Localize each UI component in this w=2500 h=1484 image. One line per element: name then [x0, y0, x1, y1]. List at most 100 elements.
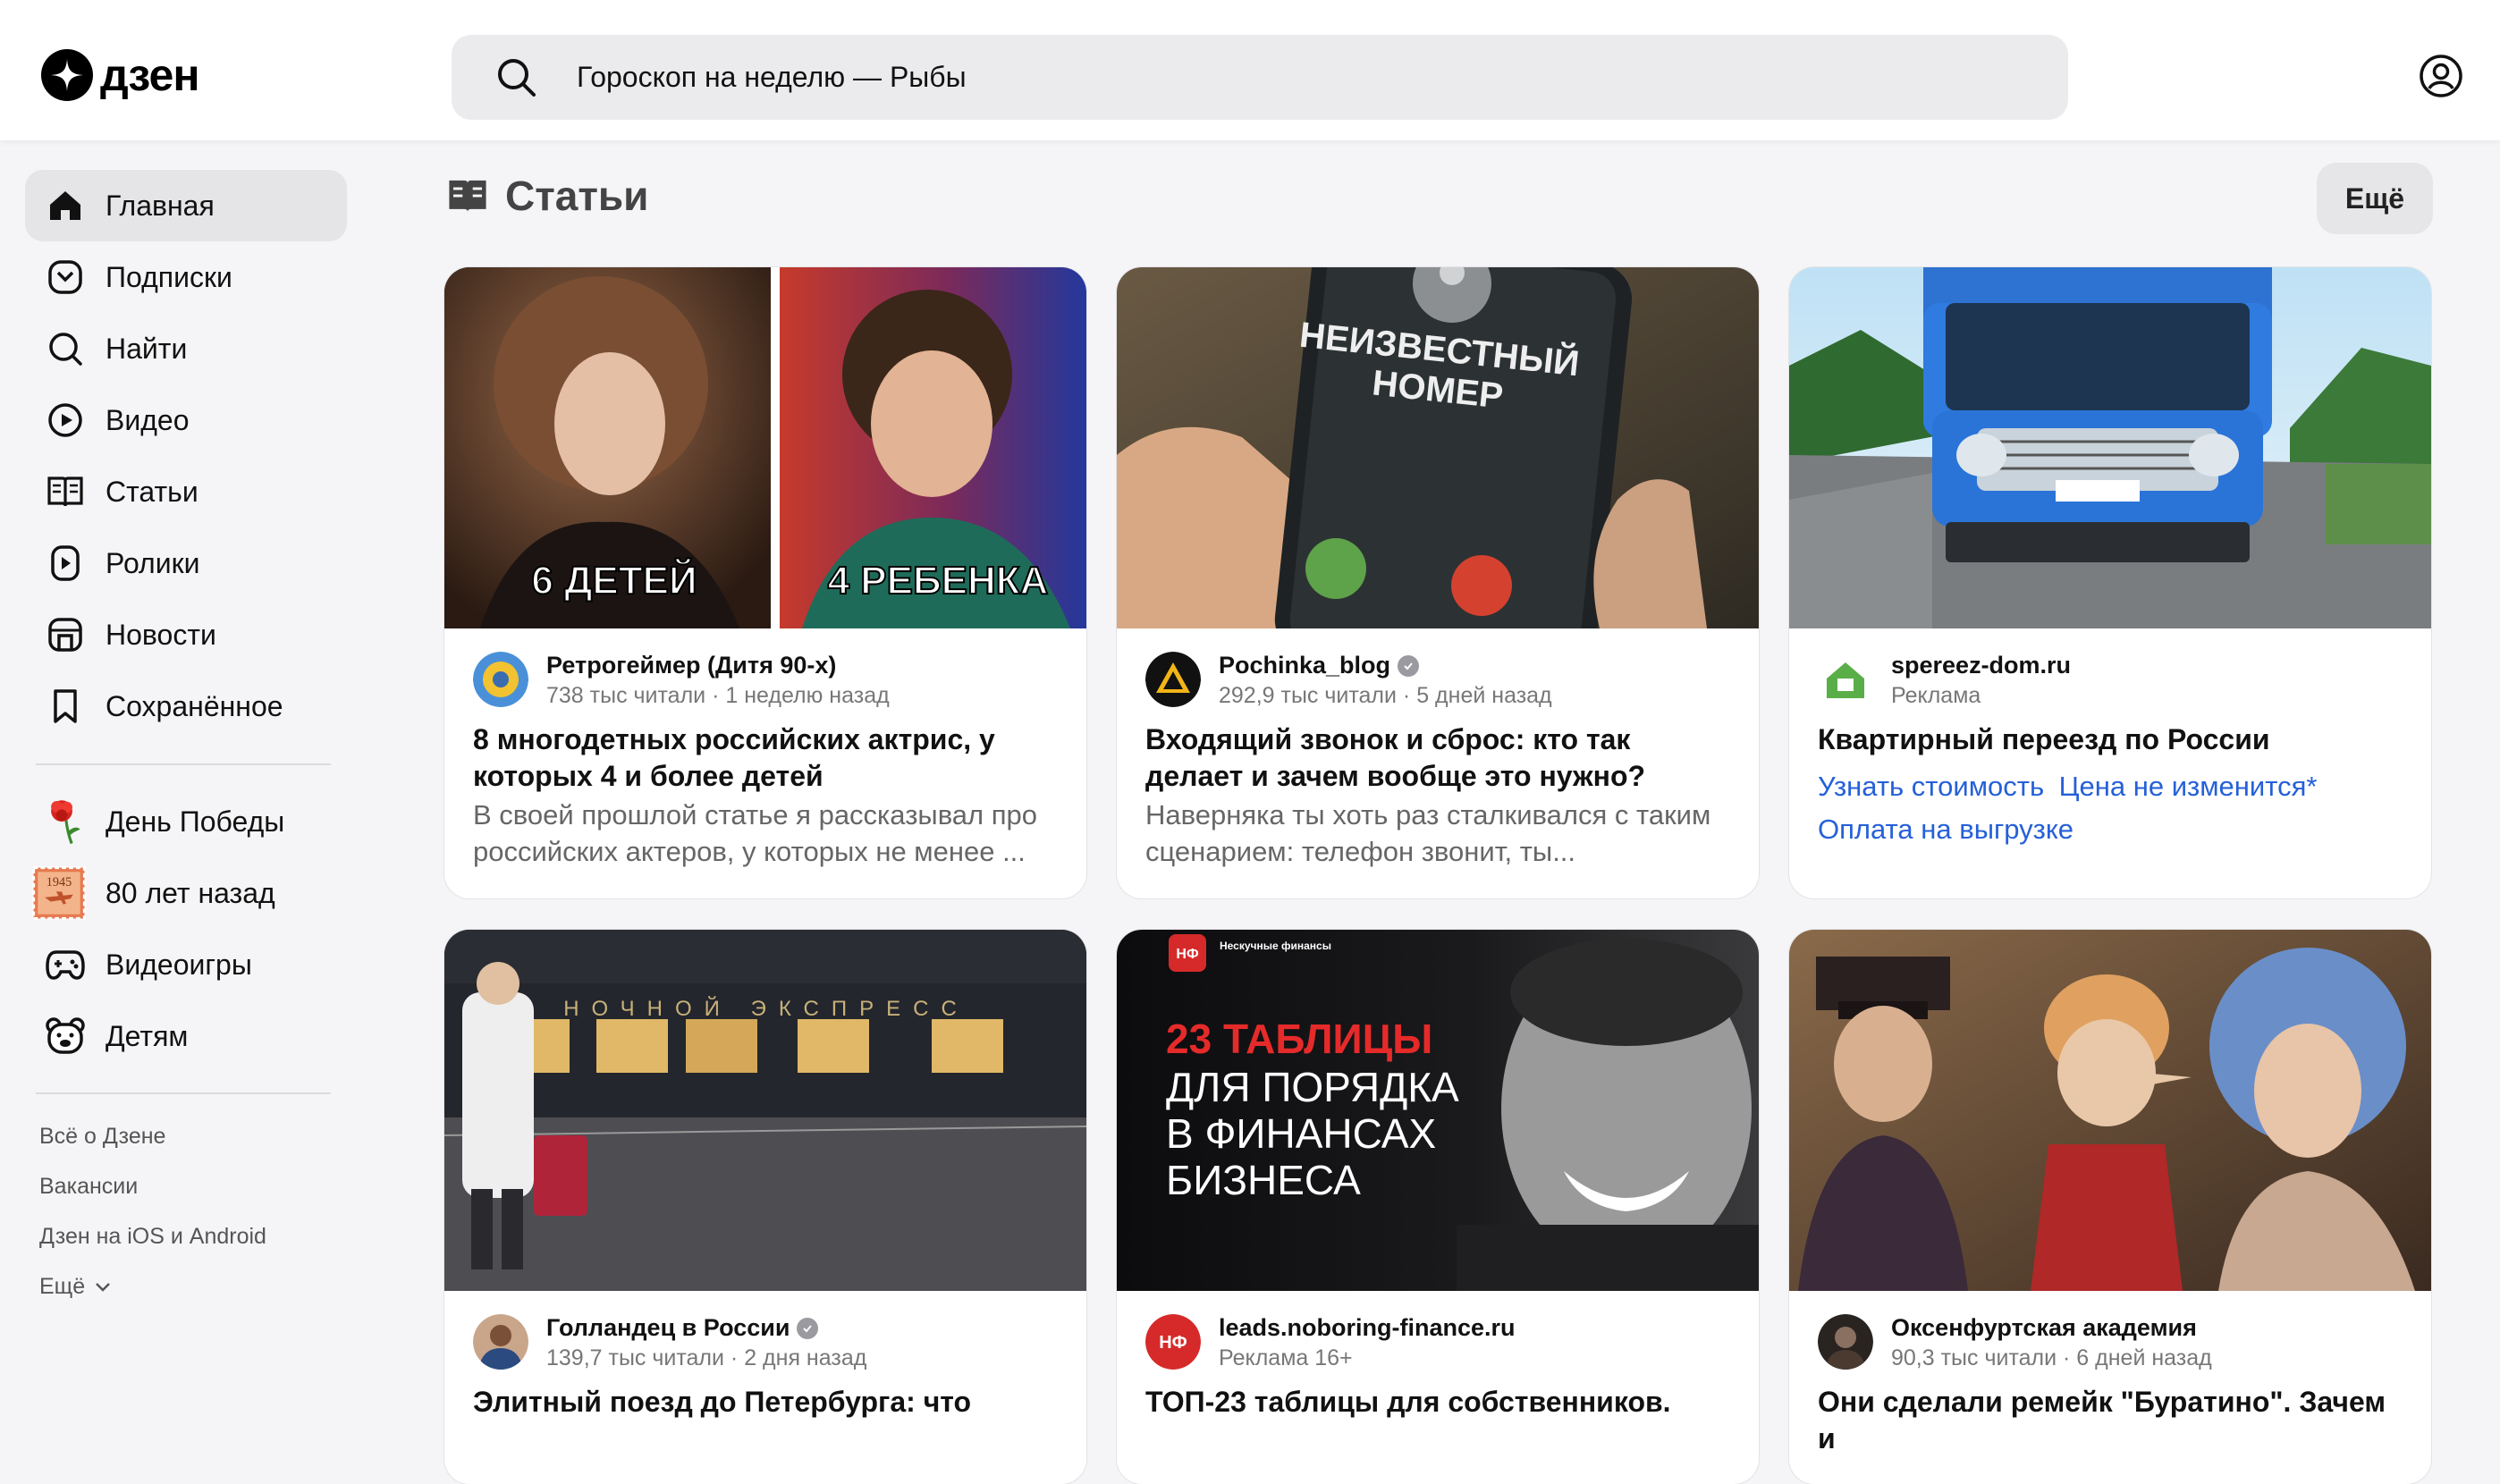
image-badge-text: НФ	[1176, 947, 1199, 962]
sidebar-item-video[interactable]: Видео	[25, 384, 347, 456]
more-button[interactable]: Ещё	[2317, 163, 2433, 234]
article-card[interactable]: НОЧНОЙ ЭКСПРЕСС Голландец в России 139,7…	[444, 930, 1086, 1484]
card-title[interactable]: Они сделали ремейк "Буратино". Зачем и	[1818, 1384, 2408, 1457]
source-name: spereez-dom.ru	[1891, 652, 2072, 679]
ad-link-fixed-price[interactable]: Цена не изменится*	[2059, 771, 2318, 802]
gamepad-icon	[45, 944, 86, 985]
source-name: Голландец в России	[546, 1314, 866, 1342]
sidebar-item-label: Детям	[106, 1019, 189, 1052]
source-avatar	[473, 652, 528, 707]
article-image	[1789, 930, 2431, 1291]
card-title[interactable]: Элитный поезд до Петербурга: что	[473, 1384, 1063, 1421]
profile-icon[interactable]	[2419, 54, 2463, 98]
card-title[interactable]: Квартирный переезд по России	[1818, 721, 2408, 758]
sidebar-item-label: Найти	[106, 332, 188, 365]
card-source[interactable]: Pochinka_blog 292,9 тыс читали · 5 дней …	[1145, 652, 1552, 709]
shorts-icon	[45, 543, 86, 584]
verified-icon	[1398, 654, 1420, 677]
sidebar-item-label: Видео	[106, 403, 190, 436]
article-card[interactable]: Оксенфуртская академия 90,3 тыс читали ·…	[1789, 930, 2431, 1484]
logo-text: дзен	[100, 50, 200, 100]
article-image: 6 ДЕТЕЙ 4 РЕБЕНКА	[444, 267, 1086, 628]
sidebar-item-label: Видеоигры	[106, 948, 252, 981]
ad-image	[1789, 267, 2431, 628]
footer-link-about[interactable]: Всё о Дзене	[39, 1124, 165, 1150]
search-bar[interactable]: Гороскоп на неделю — Рыбы	[452, 35, 2068, 120]
stamp-year-text: 1945	[46, 875, 72, 890]
ad-link-price[interactable]: Узнать стоимость	[1818, 771, 2044, 802]
article-image: НЕИЗВЕСТНЫЙ НОМЕР	[1117, 267, 1759, 628]
sidebar-item-saved[interactable]: Сохранённое	[25, 670, 347, 742]
card-title[interactable]: 8 многодетных российских актрис, у котор…	[473, 721, 1063, 795]
card-source[interactable]: Голландец в России 139,7 тыс читали · 2 …	[473, 1314, 866, 1371]
source-meta: 738 тыс читали · 1 неделю назад	[546, 683, 890, 708]
sidebar: Главная Подписки Найти Видео Статьи Роли…	[0, 140, 358, 1432]
sidebar-item-label: Подписки	[106, 260, 232, 293]
search-icon	[45, 328, 86, 369]
sidebar-item-label: Статьи	[106, 475, 198, 508]
article-card[interactable]: НЕИЗВЕСТНЫЙ НОМЕР Pochinka_blog 292,9 ты…	[1117, 267, 1759, 898]
source-avatar	[1145, 652, 1201, 707]
image-brand-text: Нескучные финансы	[1220, 940, 1331, 952]
sidebar-item-label: Сохранённое	[106, 689, 283, 722]
sidebar-item-80-years-ago[interactable]: 1945 80 лет назад	[25, 857, 347, 929]
chevron-down-icon	[96, 1282, 111, 1292]
sidebar-item-subscriptions[interactable]: Подписки	[25, 241, 347, 313]
card-title[interactable]: ТОП-23 таблицы для собственников.	[1145, 1384, 1736, 1421]
card-source[interactable]: spereez-dom.ru Реклама	[1818, 652, 2071, 709]
video-icon	[45, 400, 86, 441]
source-meta: 139,7 тыс читали · 2 дня назад	[546, 1345, 867, 1370]
footer-link-jobs[interactable]: Вакансии	[39, 1174, 138, 1200]
image-train-text: НОЧНОЙ ЭКСПРЕСС	[563, 996, 969, 1021]
dzen-star-icon	[41, 49, 93, 101]
sidebar-item-kids[interactable]: Детям	[25, 1000, 347, 1072]
source-avatar	[1818, 652, 1873, 707]
card-title[interactable]: Входящий звонок и сброс: кто так делает …	[1145, 721, 1736, 795]
sidebar-divider	[36, 1092, 331, 1094]
section-header: Статьи	[444, 172, 648, 220]
source-meta: 90,3 тыс читали · 6 дней назад	[1891, 1345, 2212, 1370]
sidebar-item-search[interactable]: Найти	[25, 313, 347, 384]
source-name: Оксенфуртская академия	[1891, 1314, 2197, 1341]
bookmark-icon	[45, 686, 86, 727]
ad-label: Реклама 16+	[1219, 1345, 1353, 1370]
sidebar-item-victory-day[interactable]: День Победы	[25, 786, 347, 857]
carnation-icon	[45, 800, 86, 845]
image-headline-1: ДЛЯ ПОРЯДКА	[1166, 1064, 1459, 1110]
sidebar-item-news[interactable]: Новости	[25, 599, 347, 670]
image-headline-red: 23 ТАБЛИЦЫ	[1166, 1016, 1432, 1062]
footer-more-label: Ещё	[39, 1274, 86, 1299]
search-input[interactable]: Гороскоп на неделю — Рыбы	[577, 61, 967, 94]
sidebar-item-shorts[interactable]: Ролики	[25, 527, 347, 599]
card-source[interactable]: Ретрогеймер (Дитя 90-х) 738 тыс читали ·…	[473, 652, 890, 709]
footer-more-button[interactable]: Ещё	[39, 1274, 112, 1300]
sidebar-divider	[36, 763, 331, 765]
verified-icon	[797, 1317, 819, 1339]
ad-card[interactable]: spereez-dom.ru Реклама Квартирный переез…	[1789, 267, 2431, 898]
image-caption-left: 6 ДЕТЕЙ	[531, 557, 697, 603]
footer-link-apps[interactable]: Дзен на iOS и Android	[39, 1224, 266, 1250]
image-headline-3: БИЗНЕСА	[1166, 1157, 1361, 1203]
sidebar-item-articles[interactable]: Статьи	[25, 456, 347, 527]
articles-icon	[45, 471, 86, 512]
dzen-logo[interactable]: дзен	[41, 49, 200, 101]
ad-link-payment[interactable]: Оплата на выгрузке	[1818, 814, 2408, 846]
source-name: Ретрогеймер (Дитя 90-х)	[546, 652, 837, 679]
home-icon	[45, 185, 86, 226]
source-avatar	[1818, 1314, 1873, 1370]
sidebar-item-videogames[interactable]: Видеоигры	[25, 929, 347, 1000]
sidebar-item-home[interactable]: Главная	[25, 170, 347, 241]
ad-card[interactable]: НФ Нескучные финансы 23 ТАБЛИЦЫ ДЛЯ ПОРЯ…	[1117, 930, 1759, 1484]
search-icon	[498, 58, 536, 97]
card-source[interactable]: Оксенфуртская академия 90,3 тыс читали ·…	[1818, 1314, 2212, 1371]
bear-icon	[45, 1016, 86, 1057]
sidebar-item-label: Ролики	[106, 546, 200, 579]
sidebar-item-label: 80 лет назад	[106, 876, 275, 909]
image-headline-2: В ФИНАНСАХ	[1166, 1110, 1436, 1157]
avatar-badge-text: НФ	[1159, 1333, 1187, 1353]
article-card[interactable]: 6 ДЕТЕЙ 4 РЕБЕНКА Ретрогеймер (Дитя 90-х…	[444, 267, 1086, 898]
sidebar-item-label: Главная	[106, 189, 215, 222]
card-source[interactable]: НФ leads.noboring-finance.ru Реклама 16+	[1145, 1314, 1516, 1371]
source-name: Pochinka_blog	[1219, 652, 1552, 679]
source-avatar	[473, 1314, 528, 1370]
